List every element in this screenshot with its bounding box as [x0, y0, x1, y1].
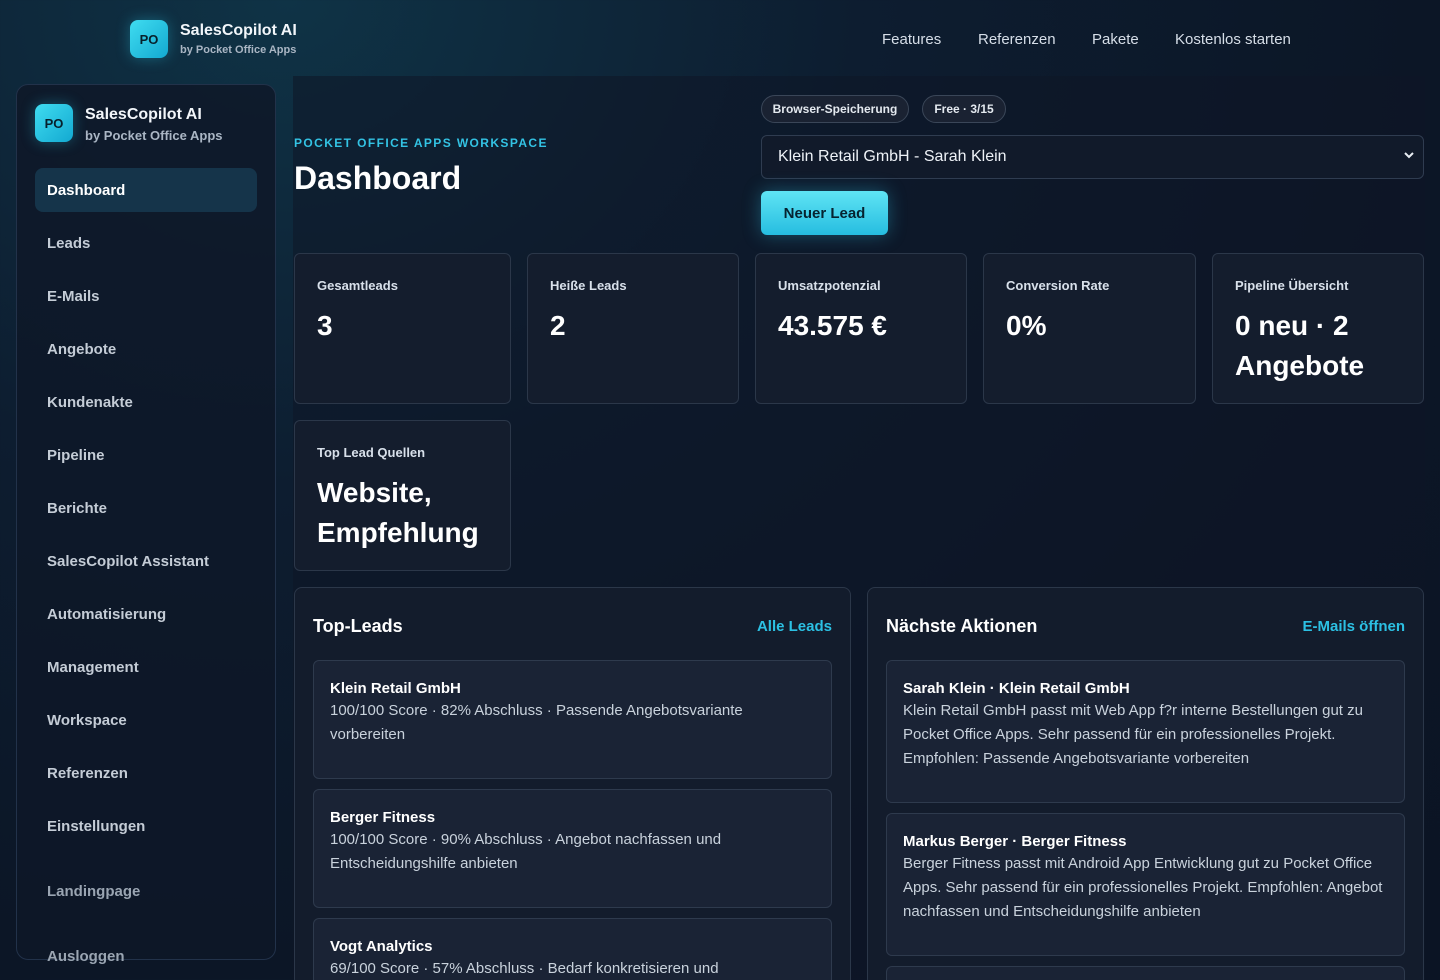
lead-card[interactable]: Klein Retail GmbH 100/100 Score · 82% Ab…	[313, 660, 832, 779]
lead-card-text: 69/100 Score · 57% Abschluss · Bedarf ko…	[330, 960, 719, 977]
new-lead-button[interactable]: Neuer Lead	[761, 191, 888, 235]
sidebar-item-einstellungen[interactable]: Einstellungen	[35, 804, 257, 848]
stat-value: 0%	[1006, 310, 1047, 341]
stat-label: Heiße Leads	[550, 278, 627, 293]
action-card[interactable]	[886, 966, 1405, 980]
brand-subtitle: by Pocket Office Apps	[180, 44, 297, 56]
sidebar-item-e-mails[interactable]: E-Mails	[35, 274, 257, 318]
top-navigation: PO SalesCopilot AI by Pocket Office Apps…	[0, 0, 1440, 78]
stat-label: Gesamtleads	[317, 278, 398, 293]
sidebar-item-automatisierung[interactable]: Automatisierung	[35, 592, 257, 636]
sidebar-item-leads[interactable]: Leads	[35, 221, 257, 265]
stat-value: 3	[317, 310, 333, 341]
main-content: POCKET OFFICE APPS WORKSPACE Dashboard B…	[293, 76, 1425, 980]
lead-card[interactable]: Vogt Analytics 69/100 Score · 57% Abschl…	[313, 918, 832, 980]
sidebar-brand-title: SalesCopilot AI	[85, 106, 202, 123]
nav-link-pakete[interactable]: Pakete	[1092, 31, 1139, 48]
lead-select-value: Klein Retail GmbH - Sarah Klein	[778, 148, 1007, 165]
sidebar-item-management[interactable]: Management	[35, 645, 257, 689]
sidebar-item-pipeline[interactable]: Pipeline	[35, 433, 257, 477]
lead-card-title: Vogt Analytics	[330, 938, 433, 955]
nav-link-features[interactable]: Features	[882, 31, 941, 48]
action-card-text: Berger Fitness passt mit Android App Ent…	[903, 855, 1383, 920]
sidebar-item-kundenakte[interactable]: Kundenakte	[35, 380, 257, 424]
brand-logo[interactable]: PO	[130, 20, 168, 58]
stat-value: Website, Empfehlung	[317, 477, 479, 548]
top-leads-title: Top-Leads	[313, 616, 403, 636]
sidebar-item-ausloggen[interactable]: Ausloggen	[35, 934, 257, 978]
action-card-title: Sarah Klein · Klein Retail GmbH	[903, 680, 1130, 697]
action-card[interactable]: Sarah Klein · Klein Retail GmbH Klein Re…	[886, 660, 1405, 803]
workspace-eyebrow: POCKET OFFICE APPS WORKSPACE	[294, 136, 548, 150]
open-emails-link[interactable]: E-Mails öffnen	[1302, 618, 1405, 635]
page-title: Dashboard	[294, 160, 462, 196]
chevron-down-icon	[1403, 149, 1415, 164]
lead-select[interactable]: Klein Retail GmbH - Sarah Klein	[761, 135, 1424, 179]
sidebar: PO SalesCopilot AI by Pocket Office Apps…	[16, 84, 276, 965]
stat-value: 0 neu · 2 Angebote	[1235, 310, 1365, 381]
stat-card-gesamtleads: Gesamtleads 3	[294, 253, 511, 404]
storage-badge: Browser-Speicherung	[761, 95, 909, 123]
stat-value: 43.575 €	[778, 310, 887, 341]
top-leads-panel: Top-Leads Alle Leads Klein Retail GmbH 1…	[294, 587, 851, 980]
brand-title: SalesCopilot AI	[180, 22, 297, 39]
stat-card-pipeline-uebersicht: Pipeline Übersicht 0 neu · 2 Angebote	[1212, 253, 1424, 404]
sidebar-item-salescopilot-assistant[interactable]: SalesCopilot Assistant	[35, 539, 257, 583]
stat-value: 2	[550, 310, 566, 341]
action-card-title: Markus Berger · Berger Fitness	[903, 833, 1127, 850]
stat-label: Conversion Rate	[1006, 278, 1110, 293]
stat-label: Top Lead Quellen	[317, 445, 426, 460]
stat-card-conversion-rate: Conversion Rate 0%	[983, 253, 1196, 404]
plan-badge: Free · 3/15	[922, 95, 1006, 123]
sidebar-brand-logo[interactable]: PO	[35, 104, 73, 142]
sidebar-item-referenzen[interactable]: Referenzen	[35, 751, 257, 795]
next-actions-panel: Nächste Aktionen E-Mails öffnen Sarah Kl…	[867, 587, 1424, 980]
lead-card[interactable]: Berger Fitness 100/100 Score · 90% Absch…	[313, 789, 832, 908]
sidebar-item-berichte[interactable]: Berichte	[35, 486, 257, 530]
nav-link-kostenlos-starten[interactable]: Kostenlos starten	[1175, 31, 1291, 48]
stat-card-heisse-leads: Heiße Leads 2	[527, 253, 739, 404]
nav-link-referenzen[interactable]: Referenzen	[978, 31, 1056, 48]
sidebar-item-angebote[interactable]: Angebote	[35, 327, 257, 371]
sidebar-item-landingpage[interactable]: Landingpage	[35, 869, 257, 913]
all-leads-link[interactable]: Alle Leads	[757, 618, 832, 635]
stat-label: Umsatzpotenzial	[778, 278, 881, 293]
lead-card-text: 100/100 Score · 82% Abschluss · Passende…	[330, 702, 743, 743]
stat-card-umsatzpotenzial: Umsatzpotenzial 43.575 €	[755, 253, 967, 404]
lead-card-text: 100/100 Score · 90% Abschluss · Angebot …	[330, 831, 722, 872]
action-card[interactable]: Markus Berger · Berger Fitness Berger Fi…	[886, 813, 1405, 956]
stat-label: Pipeline Übersicht	[1235, 278, 1349, 293]
stat-card-top-lead-quellen: Top Lead Quellen Website, Empfehlung	[294, 420, 511, 571]
sidebar-brand-subtitle: by Pocket Office Apps	[85, 128, 223, 143]
lead-card-title: Berger Fitness	[330, 809, 436, 826]
next-actions-title: Nächste Aktionen	[886, 616, 1038, 636]
action-card-text: Klein Retail GmbH passt mit Web App f?r …	[903, 702, 1363, 767]
sidebar-item-workspace[interactable]: Workspace	[35, 698, 257, 742]
lead-card-title: Klein Retail GmbH	[330, 680, 461, 697]
sidebar-item-dashboard[interactable]: Dashboard	[35, 168, 257, 212]
